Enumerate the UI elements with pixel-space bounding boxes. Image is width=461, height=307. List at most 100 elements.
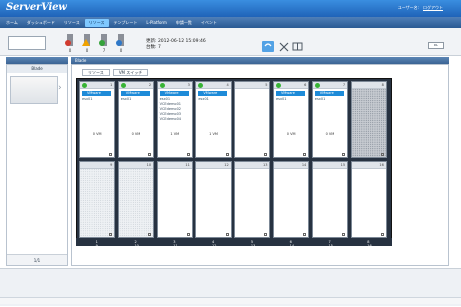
slot-header: 11	[157, 161, 192, 169]
refresh-icon[interactable]	[262, 41, 274, 52]
left-panel: Blade › 1/1	[6, 64, 68, 266]
server-stopped-icon	[116, 34, 124, 46]
status-count-stopped: 0	[119, 48, 123, 53]
resource-view-button[interactable]: リソース	[82, 69, 110, 76]
vm-switch-button[interactable]: VM スイッチ	[112, 69, 149, 76]
slot-checkbox-icon[interactable]	[264, 232, 268, 236]
status-ok-icon	[198, 83, 204, 88]
slot-header: 1	[80, 82, 115, 89]
vm-label[interactable]: VCEdemo04	[160, 117, 181, 121]
blade-slot-4[interactable]: 4 VMware esx01 1 VM	[195, 81, 232, 158]
vm-count: 0 VM	[92, 132, 102, 136]
slot-checkbox-icon[interactable]	[264, 153, 268, 156]
slot-checkbox-icon[interactable]	[186, 153, 190, 156]
column-settings-icon[interactable]	[292, 42, 303, 51]
user-name: ユーザー名:	[397, 5, 419, 10]
menu-item-events[interactable]: イベント	[197, 19, 221, 27]
slot-checkbox-icon[interactable]	[380, 232, 384, 236]
slot-header: 4	[196, 82, 231, 89]
blade-slot-1[interactable]: 1 VMware esx01 0 VM	[79, 81, 116, 158]
vm-label[interactable]: VCEdemo02	[160, 107, 181, 111]
chevron-right-icon[interactable]: ›	[58, 83, 62, 93]
chassis-thumbnail[interactable]	[10, 76, 58, 104]
status-count-warning: 0	[85, 48, 89, 53]
blade-slot-9[interactable]: 9	[79, 160, 116, 238]
slot-number: 9	[110, 162, 113, 167]
menu-item-lplatform[interactable]: L-Platform	[142, 19, 170, 27]
app-title: ServerView	[6, 2, 67, 13]
slot-number: 7	[342, 83, 346, 87]
slot-checkbox-icon[interactable]	[225, 232, 229, 236]
vmware-tag[interactable]: VMware	[82, 91, 111, 96]
slot-checkbox-icon[interactable]	[380, 153, 384, 156]
blade-slot-16[interactable]: 16	[350, 160, 387, 238]
host-label[interactable]: esx01	[121, 97, 132, 101]
vm-count: 0 VM	[325, 132, 335, 136]
host-label[interactable]: esx01	[315, 97, 326, 101]
slot-checkbox-icon[interactable]	[109, 153, 113, 156]
vmware-tag[interactable]: VMware	[159, 91, 189, 96]
slot-header: 13	[235, 161, 270, 169]
vm-label[interactable]: VCEdemo03	[160, 112, 181, 116]
menu-item-template[interactable]: テンプレート	[110, 19, 142, 27]
slot-header: 7	[312, 82, 348, 89]
blade-slot-14[interactable]: 14	[273, 160, 310, 238]
slot-header: 15	[312, 161, 348, 169]
main-panel-header: Blade	[71, 57, 449, 64]
slot-checkbox-icon[interactable]	[342, 232, 346, 236]
slot-checkbox-icon[interactable]	[148, 232, 152, 236]
status-ok-icon	[276, 83, 281, 88]
header-links: ユーザー名: ログアウト	[398, 5, 443, 11]
slot-number: 15	[340, 162, 346, 167]
status-bar	[0, 297, 461, 304]
host-label[interactable]: esx01	[82, 97, 93, 101]
download-button[interactable]: DL	[428, 42, 444, 49]
slot-number: 14	[301, 162, 307, 167]
slot-checkbox-icon[interactable]	[186, 232, 190, 236]
slot-header: 10	[118, 161, 154, 169]
slot-checkbox-icon[interactable]	[303, 153, 307, 156]
chassis-footer	[76, 238, 392, 246]
vmware-tag[interactable]: VMware	[198, 91, 228, 96]
blade-slot-13[interactable]: 13	[234, 160, 271, 238]
status-ok-icon	[314, 83, 320, 88]
menu-item-resource-active[interactable]: リソース	[84, 18, 109, 27]
delete-icon[interactable]	[279, 42, 289, 52]
blade-slot-12[interactable]: 12	[195, 160, 232, 238]
blade-slot-8[interactable]: 8	[350, 81, 387, 158]
vmware-tag[interactable]: VMware	[276, 91, 305, 96]
slot-header: 5	[235, 82, 270, 89]
blade-slot-11[interactable]: 11	[156, 160, 193, 238]
blade-slot-10[interactable]: 10	[117, 160, 155, 238]
slot-checkbox-icon[interactable]	[342, 153, 346, 156]
status-ok-icon	[159, 83, 165, 88]
menu-item-home[interactable]: ホーム	[2, 19, 22, 27]
menu-item-dashboard[interactable]: ダッシュボード	[23, 19, 59, 27]
slot-checkbox-icon[interactable]	[148, 153, 152, 156]
host-label[interactable]: esx01	[160, 97, 171, 101]
slot-number-label: 12	[212, 244, 217, 248]
menu-item-resource-a[interactable]: リソース	[60, 19, 84, 27]
slot-number: 8	[381, 83, 384, 87]
blade-slot-15[interactable]: 15	[311, 160, 349, 238]
host-label[interactable]: esx01	[198, 97, 209, 101]
slot-header: 16	[351, 161, 386, 169]
blade-slot-5[interactable]: 5	[234, 81, 271, 158]
host-label[interactable]: esx01	[276, 97, 287, 101]
status-ok-icon	[82, 83, 87, 88]
logout-link[interactable]: ログアウト	[423, 5, 443, 11]
blade-slot-2[interactable]: 2 VMware esx01 0 VM	[117, 81, 155, 158]
menu-item-requests[interactable]: 申請一覧	[172, 19, 196, 27]
vmware-tag[interactable]: VMware	[120, 91, 150, 96]
blade-slot-6[interactable]: 6 VMware esx01 0 VM	[273, 81, 310, 158]
left-panel-header	[6, 57, 68, 64]
total-count: 台数: 7	[146, 45, 161, 50]
blade-slot-3[interactable]: 3 VMware esx01 VCEdemo01 VCEdemo02 VCEdemo03 V…	[156, 81, 193, 158]
slot-checkbox-icon[interactable]	[303, 232, 307, 236]
blade-slot-7[interactable]: 7 VMware esx01 0 VM	[311, 81, 349, 158]
vm-label[interactable]: VCEdemo01	[160, 102, 181, 106]
vmware-tag[interactable]: VMware	[314, 91, 344, 96]
slot-checkbox-icon[interactable]	[225, 153, 229, 156]
slot-checkbox-icon[interactable]	[109, 232, 113, 236]
slot-number-label: 16	[367, 244, 372, 248]
